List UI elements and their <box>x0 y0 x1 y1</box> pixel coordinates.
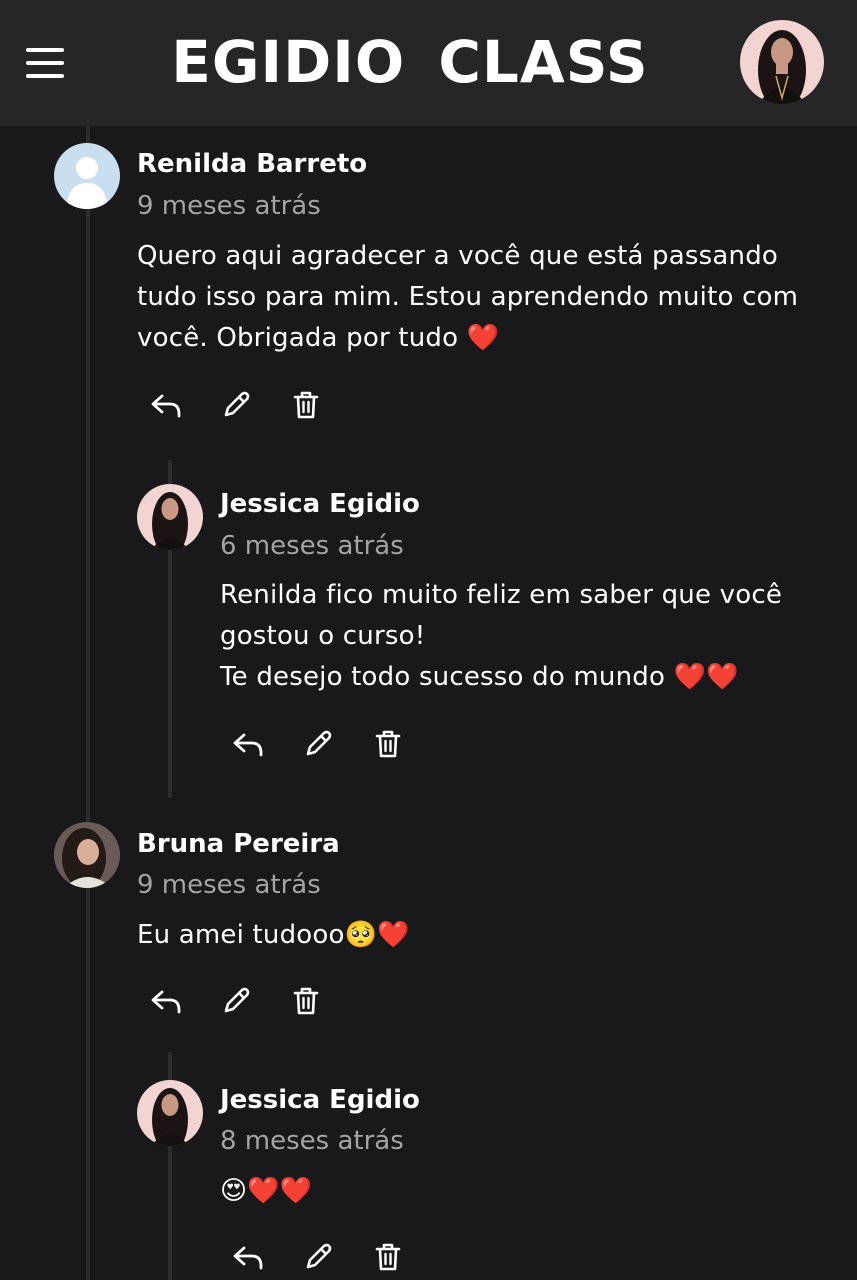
comment-author[interactable]: Jessica Egidio <box>220 489 420 519</box>
profile-photo <box>137 484 203 550</box>
comment-body: Quero aqui agradecer a você que está pas… <box>137 241 799 353</box>
thread-line <box>86 126 90 1280</box>
reply-icon[interactable] <box>148 983 184 1019</box>
pencil-icon[interactable] <box>300 726 336 762</box>
reply-icon[interactable] <box>230 726 266 762</box>
comments-page: EGIDIO CLASS Renilda Barreto 9 meses atr… <box>0 0 857 1280</box>
reply-icon[interactable] <box>230 1239 266 1275</box>
comment-author[interactable]: Jessica Egidio <box>220 1085 420 1115</box>
user-avatar[interactable] <box>740 20 824 104</box>
trash-icon[interactable] <box>288 387 324 423</box>
reply-icon[interactable] <box>148 387 184 423</box>
comment-body: 😍❤️❤️ <box>220 1176 313 1206</box>
pencil-icon[interactable] <box>300 1239 336 1275</box>
comment-actions <box>230 1239 430 1279</box>
trash-icon[interactable] <box>288 983 324 1019</box>
brand-title: EGIDIO CLASS <box>171 28 649 96</box>
trash-icon[interactable] <box>370 1239 406 1275</box>
profile-photo <box>137 1080 203 1146</box>
comment-body: Renilda fico muito feliz em saber que vo… <box>220 580 783 692</box>
profile-photo <box>54 822 120 888</box>
pencil-icon[interactable] <box>218 387 254 423</box>
comment-timestamp: 9 meses atrás <box>137 870 321 900</box>
comment-actions <box>148 387 348 427</box>
comment-author[interactable]: Bruna Pereira <box>137 829 340 859</box>
pencil-icon[interactable] <box>218 983 254 1019</box>
comment-actions <box>148 983 348 1023</box>
comment-timestamp: 9 meses atrás <box>137 191 321 221</box>
trash-icon[interactable] <box>370 726 406 762</box>
hamburger-menu-icon[interactable] <box>22 40 68 86</box>
comment-actions <box>230 726 430 766</box>
comment-timestamp: 6 meses atrás <box>220 531 404 561</box>
comment-body: Eu amei tudooo🥺❤️ <box>137 920 410 950</box>
comment-author[interactable]: Renilda Barreto <box>137 149 367 179</box>
top-bar: EGIDIO CLASS <box>0 0 857 126</box>
comment-timestamp: 8 meses atrás <box>220 1126 404 1156</box>
default-person-icon <box>54 143 120 209</box>
